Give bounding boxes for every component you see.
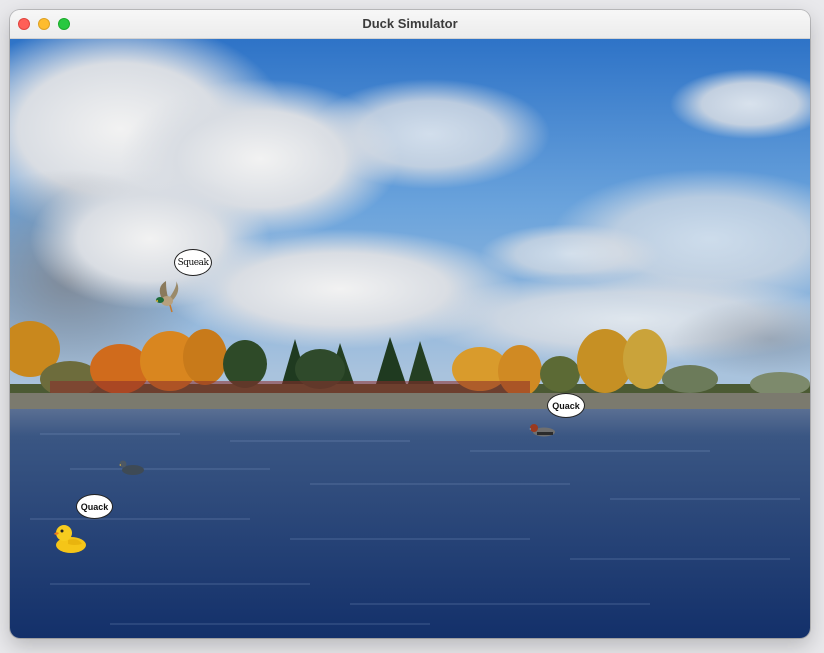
redhead-duck-icon[interactable] xyxy=(527,421,557,437)
mallard-duck-flying-icon[interactable] xyxy=(152,279,184,315)
duck-speech-bubble-quack: Quack xyxy=(547,393,585,418)
duck-speech-bubble-squeak: Squeak xyxy=(174,249,212,276)
duck-speech-bubble-quack: Quack xyxy=(76,494,113,519)
decoy-duck-icon[interactable] xyxy=(117,458,145,476)
pond-scene: Squeak Quack Quack xyxy=(10,39,810,638)
window-title: Duck Simulator xyxy=(362,16,458,31)
app-window: Duck Simulator Squeak Quack Quack xyxy=(10,10,810,638)
rubber-duck-icon[interactable] xyxy=(52,522,88,554)
background-landscape xyxy=(10,39,810,638)
title-bar[interactable]: Duck Simulator xyxy=(10,10,810,39)
